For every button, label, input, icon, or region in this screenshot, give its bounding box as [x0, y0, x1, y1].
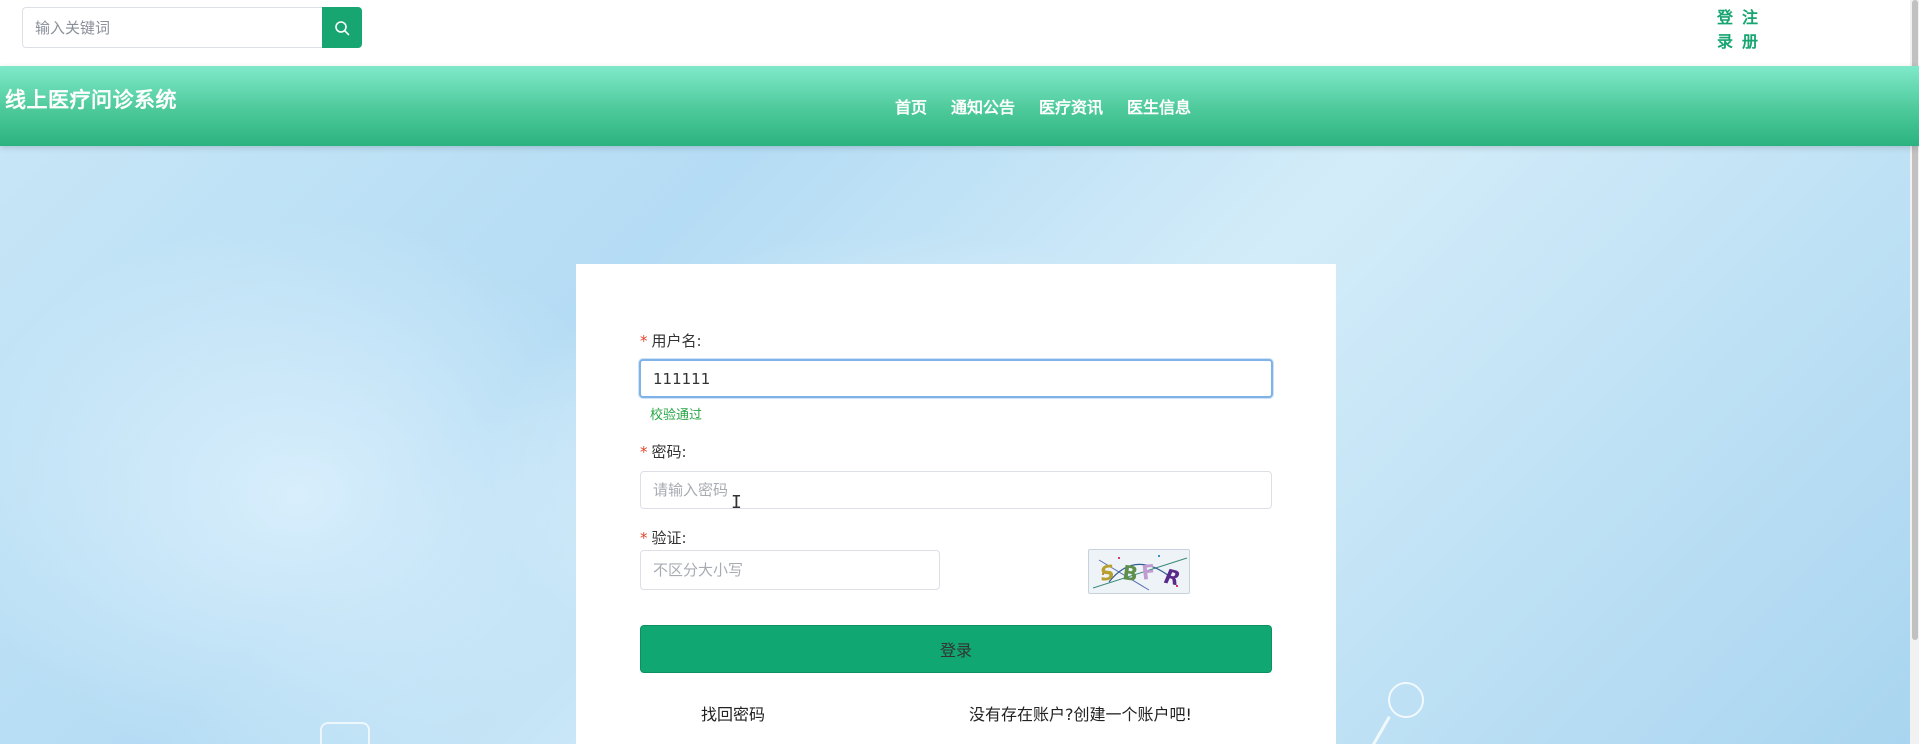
username-label: * 用户名:	[640, 330, 702, 351]
captcha-graphic: S B F R	[1092, 555, 1188, 591]
login-submit-button[interactable]: 登录	[640, 625, 1272, 673]
captcha-char: F	[1140, 559, 1156, 584]
nav-item-doctor-info[interactable]: 医生信息	[1127, 94, 1191, 118]
password-label: * 密码:	[640, 441, 687, 462]
decorative-magnifier-handle	[1368, 715, 1391, 744]
login-link[interactable]: 登录	[1716, 6, 1734, 54]
register-link[interactable]: 注册	[1741, 6, 1759, 54]
decorative-magnifier-icon	[1388, 682, 1424, 718]
username-label-text: 用户名:	[651, 332, 702, 350]
forgot-password-link[interactable]: 找回密码	[701, 701, 765, 725]
password-label-text: 密码:	[651, 443, 687, 461]
main-nav: 首页 通知公告 医疗资讯 医生信息	[895, 94, 1191, 118]
search-icon	[335, 20, 350, 35]
required-mark: *	[640, 443, 648, 461]
search-input[interactable]	[22, 7, 322, 48]
nav-item-medical-news[interactable]: 医疗资讯	[1039, 94, 1103, 118]
site-title: 线上医疗问诊系统	[5, 88, 177, 112]
username-validation-message: 校验通过	[650, 408, 703, 423]
required-mark: *	[640, 332, 648, 350]
captcha-char: S	[1098, 560, 1116, 586]
nav-item-notices[interactable]: 通知公告	[951, 94, 1015, 118]
register-account-link[interactable]: 没有存在账户?创建一个账户吧!	[969, 701, 1192, 725]
search-bar	[22, 7, 362, 48]
nav-item-home[interactable]: 首页	[895, 94, 927, 118]
top-bar: 登录 注册	[0, 0, 1919, 66]
captcha-input[interactable]	[640, 550, 940, 590]
decorative-shape	[320, 722, 370, 744]
captcha-char: R	[1162, 564, 1182, 591]
login-card: *用户名: 校验通过 *密码: *验证: S B F R 登录 找回密码 没有存…	[576, 264, 1336, 744]
captcha-label-text: 验证:	[651, 529, 687, 547]
captcha-label: * 验证:	[640, 527, 687, 548]
search-button[interactable]	[322, 7, 362, 48]
captcha-image[interactable]: S B F R	[1088, 549, 1190, 594]
required-mark: *	[640, 529, 648, 547]
text-cursor-icon: I	[731, 492, 742, 513]
username-input[interactable]	[639, 359, 1273, 398]
header-band: 线上医疗问诊系统 首页 通知公告 医疗资讯 医生信息	[0, 66, 1919, 146]
